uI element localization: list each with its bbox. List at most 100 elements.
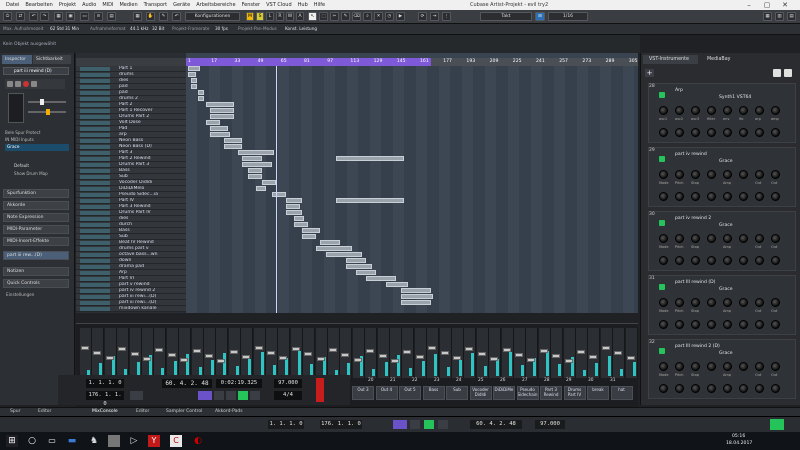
track-controls[interactable] xyxy=(80,139,110,143)
midi-part[interactable] xyxy=(210,126,228,131)
app-icon[interactable] xyxy=(108,435,120,447)
channel-fader[interactable] xyxy=(465,347,474,351)
midi-part[interactable] xyxy=(401,288,431,293)
channel-strip[interactable] xyxy=(489,328,502,378)
channel-strip[interactable] xyxy=(129,328,142,378)
channel-fader[interactable] xyxy=(167,353,176,357)
quantize-toggle[interactable]: ⊞ xyxy=(535,12,545,21)
channel-fader[interactable] xyxy=(353,358,362,362)
slot-name[interactable]: part iv rewind 2 xyxy=(675,216,711,221)
track-controls[interactable] xyxy=(80,217,110,221)
menu-item[interactable]: VST Cloud xyxy=(266,0,292,10)
quick-control-knob[interactable] xyxy=(723,298,732,307)
section-midi-parameters[interactable]: MIDI-Parameter xyxy=(3,225,69,234)
instrument-slot[interactable]: 30 part iv rewind 2 Grace Mode Pitch Stop Amp O… xyxy=(648,211,796,271)
track-controls[interactable] xyxy=(80,79,110,83)
split-tool-icon[interactable]: ✂ xyxy=(330,12,339,21)
midi-part[interactable] xyxy=(210,114,234,119)
channel-name[interactable]: Bass xyxy=(422,386,445,400)
quick-control-knob[interactable] xyxy=(675,256,684,265)
solo-button[interactable]: S xyxy=(256,12,264,21)
quick-control-knob[interactable] xyxy=(659,234,668,243)
monitor-icon[interactable] xyxy=(31,81,37,87)
channel-fader[interactable] xyxy=(143,357,151,361)
quick-control-knob[interactable] xyxy=(755,256,764,265)
instrument-slot[interactable]: 31 part III rewind (D) Grace Mode Pitch Stop A… xyxy=(648,275,796,335)
tab-editor[interactable]: Editor xyxy=(38,408,51,416)
slot-instrument[interactable]: Synth1 VST64 xyxy=(719,95,751,100)
channel-strip[interactable] xyxy=(179,328,192,378)
midi-part[interactable] xyxy=(346,264,372,269)
power-icon[interactable] xyxy=(659,284,665,290)
power-icon[interactable] xyxy=(659,156,665,162)
midi-part[interactable] xyxy=(224,138,242,143)
window-icon[interactable]: ▭ xyxy=(80,12,89,21)
midi-part[interactable] xyxy=(224,144,242,149)
midi-part[interactable] xyxy=(286,198,302,203)
quick-control-knob[interactable] xyxy=(691,320,700,329)
channel-fader[interactable] xyxy=(180,358,189,362)
track-controls[interactable] xyxy=(80,169,110,173)
channel-strip[interactable] xyxy=(340,328,353,378)
channel-name[interactable]: Out 3 xyxy=(352,386,374,400)
track-controls[interactable] xyxy=(80,229,110,233)
quick-control-knob[interactable] xyxy=(739,256,748,265)
quick-control-knob[interactable] xyxy=(771,128,780,137)
quick-control-knob[interactable] xyxy=(755,362,764,371)
channel-name[interactable]: break xyxy=(587,386,609,400)
channel-strip[interactable] xyxy=(613,328,626,378)
layout-icon[interactable]: ▦ xyxy=(763,12,772,21)
quick-control-knob[interactable] xyxy=(739,170,748,179)
midi-part[interactable] xyxy=(401,294,433,299)
quick-control-knob[interactable] xyxy=(755,170,764,179)
position-time[interactable]: 0:02:19.325 xyxy=(216,379,262,388)
quick-control-knob[interactable] xyxy=(707,234,716,243)
channel-strip[interactable] xyxy=(427,328,440,378)
quick-control-knob[interactable] xyxy=(771,384,780,393)
list-icon[interactable]: ≡ xyxy=(94,12,103,21)
transport-position[interactable]: 60. 4. 2. 48 xyxy=(470,420,522,429)
midi-part[interactable] xyxy=(294,222,308,227)
channel-fader[interactable] xyxy=(366,349,375,353)
channel-fader[interactable] xyxy=(341,353,350,357)
quick-control-knob[interactable] xyxy=(675,234,684,243)
quick-control-knob[interactable] xyxy=(771,106,780,115)
zoom-tool-icon[interactable]: ⌕ xyxy=(363,12,372,21)
channel-strip[interactable] xyxy=(377,328,390,378)
midi-part[interactable] xyxy=(206,120,220,125)
channel-strip[interactable] xyxy=(452,328,464,378)
configurations-dropdown[interactable]: Konfigurationen xyxy=(185,12,240,21)
tab-inspector[interactable]: Inspector xyxy=(2,55,32,64)
transport-right-locator[interactable]: 176. 1. 1. 0 xyxy=(320,420,362,429)
pan-slider-handle[interactable] xyxy=(46,109,50,115)
position-bars[interactable]: 60. 4. 2. 48 xyxy=(162,379,212,388)
inspector-row[interactable]: Bele Spur Protect xyxy=(5,130,69,135)
instrument-menu-icon[interactable] xyxy=(784,69,792,77)
quick-control-knob[interactable] xyxy=(739,192,748,201)
midi-part[interactable] xyxy=(294,216,304,221)
pointer-tool-icon[interactable]: ↖ xyxy=(308,12,317,21)
midi-part[interactable] xyxy=(191,84,197,89)
quick-control-knob[interactable] xyxy=(707,256,716,265)
channel-strip[interactable] xyxy=(228,328,241,378)
record-button[interactable] xyxy=(250,391,260,400)
tab-visibility[interactable]: Sichtbarkeit xyxy=(33,55,71,64)
quick-control-knob[interactable] xyxy=(707,298,716,307)
track-controls[interactable] xyxy=(80,307,110,311)
tempo-display[interactable]: 97.000 xyxy=(274,379,302,388)
channel-fader[interactable] xyxy=(217,359,226,363)
quick-control-knob[interactable] xyxy=(755,298,764,307)
midi-part[interactable] xyxy=(336,198,404,203)
track-controls[interactable] xyxy=(80,175,110,179)
channel-fader[interactable] xyxy=(564,359,573,363)
quick-control-knob[interactable] xyxy=(659,256,668,265)
quick-control-knob[interactable] xyxy=(675,106,684,115)
midi-part[interactable] xyxy=(188,66,200,71)
slot-name[interactable]: part III rewind (D) xyxy=(675,280,715,285)
channel-name[interactable]: Out 5 xyxy=(399,386,421,400)
quick-control-knob[interactable] xyxy=(659,106,668,115)
pin-icon[interactable]: ✎ xyxy=(159,12,168,21)
quick-control-knob[interactable] xyxy=(659,192,668,201)
track-controls[interactable] xyxy=(80,295,110,299)
track-controls[interactable] xyxy=(80,271,110,275)
